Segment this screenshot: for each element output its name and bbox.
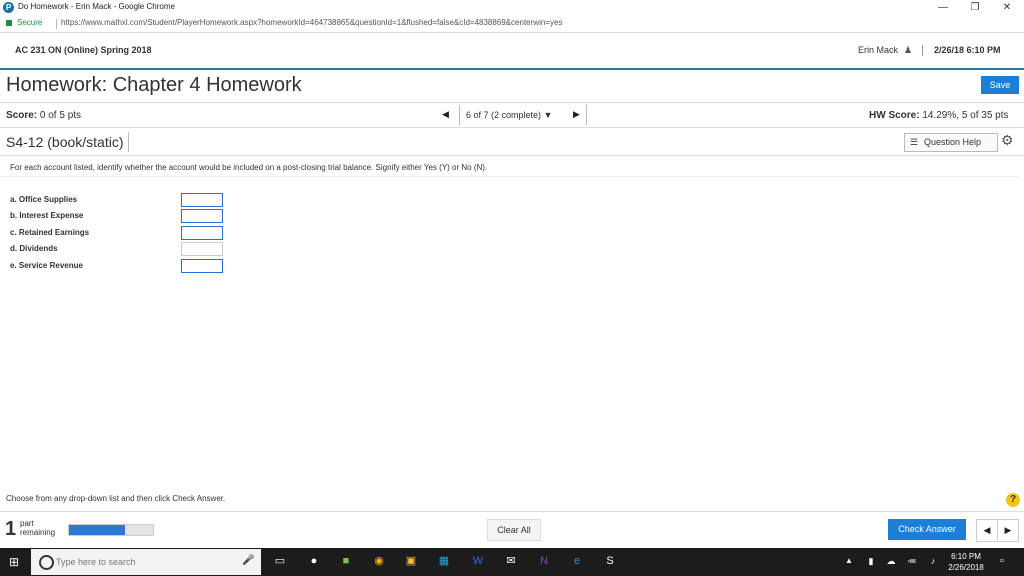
answer-dropdown-service-revenue[interactable] [181, 259, 223, 273]
clock-date: 2/26/2018 [948, 563, 984, 572]
header-divider [922, 45, 923, 56]
hw-score-value: 14.29%, 5 of 35 pts [922, 110, 1009, 121]
score-label: Score: [6, 110, 38, 121]
task-view-icon[interactable]: ▭ [272, 553, 288, 569]
nav-divider [586, 105, 587, 125]
parts-remaining-count: 1 [5, 518, 17, 540]
secure-label[interactable]: Secure [17, 18, 42, 27]
account-label-interest-expense: b. Interest Expense [10, 211, 84, 220]
divider [0, 176, 1020, 177]
divider [0, 127, 1024, 128]
gear-icon[interactable]: ⚙ [1001, 132, 1014, 149]
user-icon[interactable]: ♟ [904, 45, 912, 56]
wifi-icon[interactable]: ≔ [904, 553, 920, 569]
question-selector[interactable]: 6 of 7 (2 complete) ▼ [466, 110, 552, 120]
cortana-icon [39, 555, 54, 570]
notifications-icon[interactable]: ▫ [994, 553, 1010, 569]
clock-time: 6:10 PM [951, 552, 981, 561]
onenote-icon[interactable]: N [536, 553, 552, 569]
mail-icon[interactable]: ✉ [503, 553, 519, 569]
footer-hint: Choose from any drop-down list and then … [6, 494, 226, 503]
progress-fill [69, 525, 125, 535]
question-id: S4-12 (book/static) [6, 134, 124, 150]
answer-dropdown-retained-earnings[interactable] [181, 226, 223, 240]
answer-dropdown-interest-expense[interactable] [181, 209, 223, 223]
chrome-icon[interactable]: ◉ [371, 553, 387, 569]
score-value: 0 of 5 pts [39, 110, 82, 121]
help-icon[interactable]: ? [1006, 493, 1020, 507]
divider [0, 155, 1024, 156]
taskbar-search-placeholder: Type here to search [56, 557, 136, 567]
account-label-office-supplies: a. Office Supplies [10, 195, 78, 204]
prev-question-button[interactable]: ◀ [442, 109, 449, 120]
maximize-button[interactable]: ❐ [960, 0, 990, 16]
media-app-icon[interactable]: ● [306, 553, 322, 569]
hw-score-display: HW Score: 14.29%, 5 of 35 pts [869, 110, 1009, 121]
account-label-retained-earnings: c. Retained Earnings [10, 228, 90, 237]
question-instructions: For each account listed, identify whethe… [10, 163, 488, 172]
question-id-divider [128, 132, 129, 152]
skype-icon[interactable]: S [602, 553, 618, 569]
onedrive-icon[interactable]: ☁ [883, 553, 899, 569]
score-display: Score: 0 of 5 pts [6, 110, 81, 121]
next-question-button[interactable]: ▶ [573, 109, 580, 120]
parts-remaining-label: part remaining [20, 519, 55, 537]
address-divider [56, 19, 57, 29]
answer-dropdown-dividends[interactable] [181, 242, 223, 256]
windows-start-icon[interactable]: ⊞ [7, 555, 21, 569]
list-icon: ☰ [910, 137, 919, 147]
check-answer-button[interactable]: Check Answer [888, 519, 966, 540]
page-title: Homework: Chapter 4 Homework [6, 74, 302, 96]
volume-icon[interactable]: ♪ [925, 553, 941, 569]
parts-label-line1: part [20, 519, 34, 528]
clear-all-button[interactable]: Clear All [487, 519, 541, 541]
url-text[interactable]: https://www.mathxl.com/Student/PlayerHom… [61, 18, 562, 27]
calculator-app-icon[interactable]: ▦ [436, 553, 452, 569]
app-logo-icon: P [3, 2, 14, 13]
divider [0, 511, 1024, 512]
divider [0, 102, 1024, 103]
taskbar-clock[interactable]: 6:10 PM 2/26/2018 [946, 551, 986, 573]
answer-dropdown-office-supplies[interactable] [181, 193, 223, 207]
prev-part-button[interactable]: ◀ [976, 519, 998, 542]
nav-divider [459, 105, 460, 125]
file-explorer-icon[interactable]: ▣ [403, 553, 419, 569]
next-part-button[interactable]: ▶ [997, 519, 1019, 542]
header-datetime: 2/26/18 6:10 PM [934, 45, 1001, 55]
hw-score-label: HW Score: [869, 110, 920, 121]
account-label-dividends: d. Dividends [10, 244, 58, 253]
save-button[interactable]: Save [981, 76, 1019, 94]
minimize-button[interactable]: — [928, 0, 958, 16]
store-app-icon[interactable]: ■ [338, 553, 354, 569]
course-title: AC 231 ON (Online) Spring 2018 [15, 45, 152, 55]
tray-chevron-icon[interactable]: ▲ [841, 553, 857, 569]
window-title: Do Homework - Erin Mack - Google Chrome [18, 2, 175, 11]
account-label-service-revenue: e. Service Revenue [10, 261, 83, 270]
battery-icon[interactable]: ▮ [863, 553, 879, 569]
question-help-button[interactable]: ☰ Question Help [904, 133, 998, 152]
word-icon[interactable]: W [470, 553, 486, 569]
lock-icon [6, 20, 12, 26]
microphone-icon[interactable]: 🎤 [242, 555, 254, 566]
parts-label-line2: remaining [20, 528, 56, 537]
question-help-label: Question Help [924, 137, 982, 147]
user-name[interactable]: Erin Mack [858, 45, 898, 55]
close-button[interactable]: ✕ [992, 0, 1022, 16]
edge-icon[interactable]: e [569, 553, 585, 569]
